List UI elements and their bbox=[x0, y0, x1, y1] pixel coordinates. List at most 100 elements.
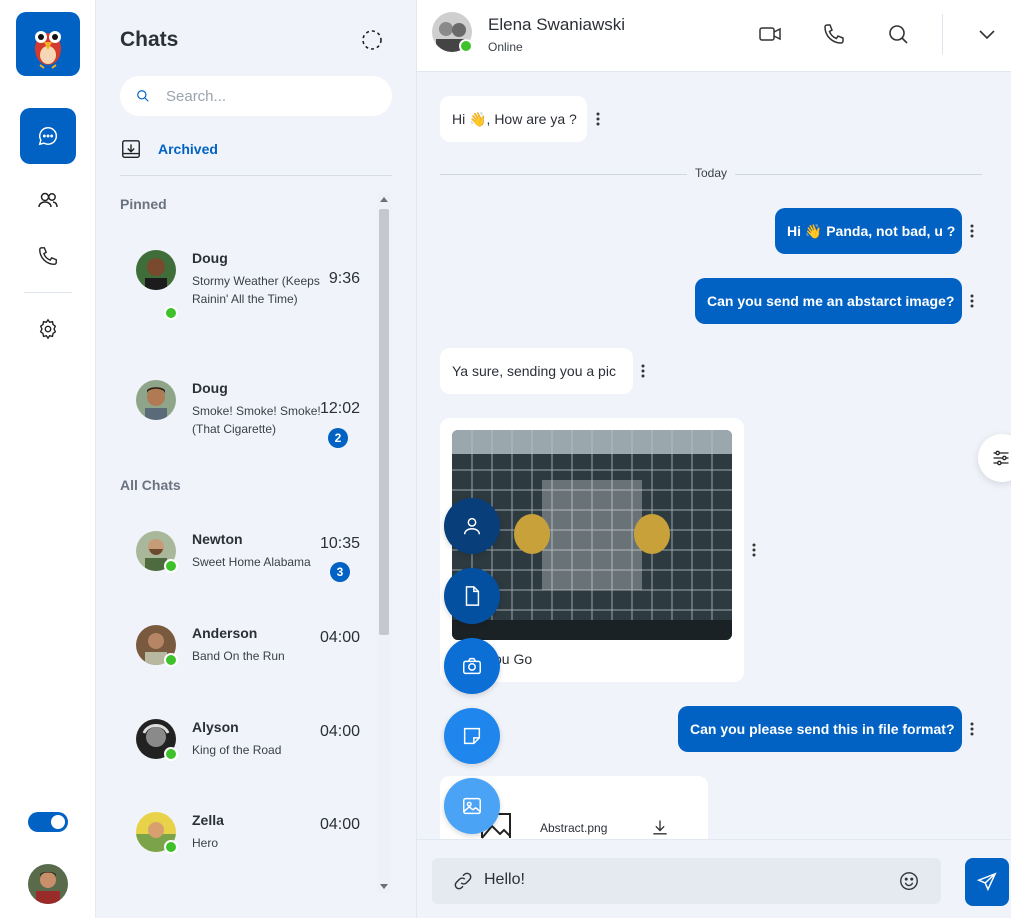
nav-chats-button[interactable] bbox=[20, 108, 76, 164]
user-avatar[interactable] bbox=[28, 864, 68, 904]
sticker-icon bbox=[463, 727, 481, 745]
scroll-up-icon[interactable] bbox=[380, 197, 388, 202]
chat-preview: Band On the Run bbox=[192, 649, 285, 663]
chat-time: 9:36 bbox=[328, 270, 360, 287]
chats-divider bbox=[120, 175, 392, 176]
sliders-icon bbox=[993, 450, 1009, 466]
message-menu-icon[interactable] bbox=[970, 224, 974, 238]
chat-name: Doug bbox=[192, 250, 228, 266]
chevron-down-icon[interactable] bbox=[975, 22, 999, 46]
chats-panel: Chats Archived Pinned Doug Stormy Weathe… bbox=[96, 0, 417, 918]
archived-link[interactable]: Archived bbox=[120, 138, 218, 160]
message-menu-icon[interactable] bbox=[970, 294, 974, 308]
user-photo bbox=[28, 864, 68, 904]
bird-logo-icon bbox=[35, 31, 61, 69]
pinned-label: Pinned bbox=[120, 196, 167, 212]
new-chat-icon[interactable] bbox=[360, 28, 384, 52]
message-bubble-incoming: Hi 👋, How are ya ? bbox=[440, 96, 587, 142]
emoji-icon[interactable] bbox=[898, 870, 920, 892]
search-input[interactable] bbox=[166, 87, 366, 105]
chat-list-item[interactable]: Anderson Band On the Run 04:00 bbox=[120, 625, 368, 705]
online-status-dot bbox=[164, 559, 178, 573]
gear-icon bbox=[39, 318, 57, 340]
search-bar bbox=[120, 76, 392, 116]
attach-image-button[interactable] bbox=[444, 778, 500, 834]
chat-name: Alyson bbox=[192, 719, 239, 735]
contact-status: Online bbox=[488, 40, 523, 54]
attach-camera-button[interactable] bbox=[444, 638, 500, 694]
chat-list-item[interactable]: Doug Stormy Weather (Keeps Rainin' All t… bbox=[120, 250, 368, 330]
header-separator bbox=[942, 14, 943, 54]
link-icon[interactable] bbox=[452, 870, 474, 892]
online-status-dot bbox=[164, 653, 178, 667]
chat-icon bbox=[38, 127, 58, 146]
chat-preview: Hero bbox=[192, 836, 219, 850]
nav-calls-button[interactable] bbox=[20, 228, 76, 284]
chat-time: 12:02 bbox=[319, 400, 360, 417]
date-divider: Today bbox=[440, 166, 982, 180]
chats-scrollbar[interactable] bbox=[377, 193, 391, 893]
message-menu-icon[interactable] bbox=[752, 543, 756, 557]
chat-preview: Stormy Weather (Keeps Rainin' All the Ti… bbox=[192, 274, 320, 306]
nav-users-button[interactable] bbox=[20, 172, 76, 228]
video-call-icon[interactable] bbox=[758, 22, 782, 46]
chat-name: Newton bbox=[192, 531, 243, 547]
unread-badge: 3 bbox=[330, 562, 350, 582]
scroll-thumb[interactable] bbox=[379, 209, 389, 635]
attach-document-button[interactable] bbox=[444, 568, 500, 624]
message-input-wrapper bbox=[432, 858, 941, 904]
conversation-header: Elena Swaniawski Online bbox=[417, 0, 1011, 72]
download-icon[interactable] bbox=[650, 818, 670, 838]
chat-time: 04:00 bbox=[319, 629, 360, 646]
contact-name: Elena Swaniawski bbox=[488, 15, 626, 34]
message-input[interactable] bbox=[484, 871, 864, 889]
message-bubble-outgoing: Hi 👋 Panda, not bad, u ? bbox=[775, 208, 962, 254]
avatar bbox=[136, 380, 176, 420]
send-button[interactable] bbox=[965, 858, 1009, 906]
message-menu-icon[interactable] bbox=[596, 112, 600, 126]
chat-list-item[interactable]: Doug Smoke! Smoke! Smoke! (That Cigarett… bbox=[120, 380, 368, 460]
message-composer bbox=[417, 839, 1011, 918]
attach-sticker-button[interactable] bbox=[444, 708, 500, 764]
chat-list-item[interactable]: Newton Sweet Home Alabama 10:35 3 bbox=[120, 531, 368, 611]
left-nav bbox=[0, 0, 96, 918]
online-status-dot bbox=[164, 840, 178, 854]
chat-preview: Smoke! Smoke! Smoke! (That Cigarette) bbox=[192, 404, 321, 436]
chat-preview: King of the Road bbox=[192, 743, 282, 757]
nav-divider bbox=[24, 292, 72, 293]
phone-call-icon[interactable] bbox=[822, 22, 846, 46]
phone-icon bbox=[39, 247, 57, 265]
contact-info-toggle[interactable] bbox=[978, 434, 1011, 482]
online-status-dot bbox=[164, 747, 178, 761]
image-icon bbox=[463, 797, 481, 815]
chats-title: Chats bbox=[120, 28, 179, 51]
users-icon bbox=[38, 192, 58, 208]
attach-contact-button[interactable] bbox=[444, 498, 500, 554]
chat-list-item[interactable]: Alyson King of the Road 04:00 bbox=[120, 719, 368, 799]
chat-time: 10:35 bbox=[319, 535, 360, 552]
app-logo[interactable] bbox=[16, 12, 80, 76]
message-bubble-incoming: Ya sure, sending you a pic bbox=[440, 348, 633, 394]
chat-time: 04:00 bbox=[319, 723, 360, 740]
all-chats-label: All Chats bbox=[120, 477, 181, 493]
file-name: Abstract.png bbox=[540, 821, 608, 835]
archive-icon bbox=[122, 140, 140, 158]
message-menu-icon[interactable] bbox=[970, 722, 974, 736]
message-bubble-outgoing: Can you please send this in file format? bbox=[678, 706, 962, 752]
search-icon bbox=[137, 90, 149, 102]
message-bubble-outgoing: Can you send me an abstarct image? bbox=[695, 278, 962, 324]
message-menu-icon[interactable] bbox=[641, 364, 645, 378]
conversation-panel: Elena Swaniawski Online Hi 👋, How are ya… bbox=[417, 0, 1011, 918]
chat-name: Doug bbox=[192, 380, 228, 396]
chat-name: Zella bbox=[192, 812, 224, 828]
scroll-down-icon[interactable] bbox=[380, 884, 388, 889]
camera-icon bbox=[463, 657, 481, 675]
theme-toggle[interactable] bbox=[28, 812, 68, 832]
archived-label: Archived bbox=[158, 141, 218, 157]
search-icon[interactable] bbox=[886, 22, 910, 46]
online-status-dot bbox=[459, 39, 473, 53]
nav-settings-button[interactable] bbox=[20, 301, 76, 357]
chat-list-item[interactable]: Zella Hero 04:00 bbox=[120, 812, 368, 892]
unread-badge: 2 bbox=[328, 428, 348, 448]
chat-name: Anderson bbox=[192, 625, 258, 641]
